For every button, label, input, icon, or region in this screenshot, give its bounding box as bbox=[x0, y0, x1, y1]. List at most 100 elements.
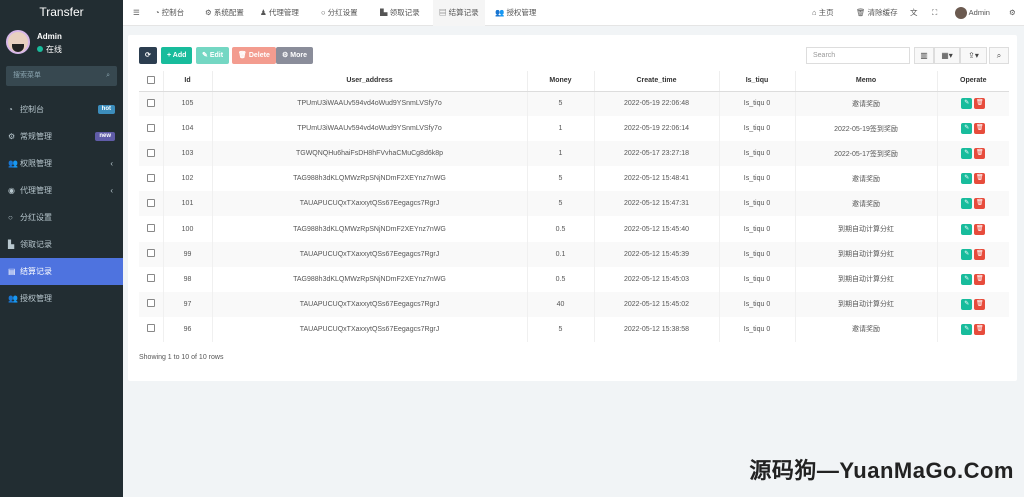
user-panel: Admin 在线 bbox=[0, 26, 123, 64]
delete-row-icon[interactable]: 🗑 bbox=[974, 323, 986, 335]
delete-row-icon[interactable]: 🗑 bbox=[974, 198, 986, 210]
delete-button[interactable]: 🗑 Delete bbox=[232, 47, 276, 64]
columns-dropdown-icon[interactable]: ▦▾ bbox=[934, 47, 960, 64]
delete-row-icon[interactable]: 🗑 bbox=[974, 98, 986, 110]
sidebar-item-0[interactable]: ◔ 控制台 hot bbox=[0, 96, 123, 123]
row-checkbox[interactable] bbox=[139, 317, 163, 342]
delete-row-icon[interactable]: 🗑 bbox=[974, 298, 986, 310]
toggle-view-icon[interactable]: ▥ bbox=[914, 47, 934, 64]
admin-label: Admin bbox=[968, 8, 990, 17]
sidebar-item-2[interactable]: 👥 权限管理 ‹ bbox=[0, 150, 123, 177]
sidebar-item-label: 常规管理 bbox=[20, 132, 52, 141]
more-button[interactable]: ⚙ More bbox=[276, 47, 313, 64]
clear-cache-link[interactable]: 🗑 清除缓存 bbox=[850, 0, 904, 26]
delete-row-icon[interactable]: 🗑 bbox=[974, 148, 986, 160]
advanced-search-icon[interactable]: ⌕ bbox=[989, 47, 1009, 64]
column-header[interactable]: User_address bbox=[211, 71, 527, 92]
translate-icon[interactable]: 文 bbox=[904, 0, 924, 26]
sidebar-item-1[interactable]: ⚙ 常规管理 new bbox=[0, 123, 123, 150]
table-cell: 96 bbox=[162, 316, 212, 342]
sidebar-item-6[interactable]: ▤ 结算记录 bbox=[0, 258, 123, 285]
sidebar-item-3[interactable]: ◉ 代理管理 ‹ bbox=[0, 177, 123, 204]
delete-row-icon[interactable]: 🗑 bbox=[974, 123, 986, 135]
settings-icon[interactable]: ⚙ bbox=[1003, 0, 1022, 26]
menu-search-input[interactable]: 搜索菜单 ⌕ bbox=[6, 66, 117, 86]
row-checkbox[interactable] bbox=[139, 241, 163, 267]
edit-row-icon[interactable]: ✎ bbox=[961, 273, 973, 285]
row-checkbox[interactable] bbox=[139, 291, 163, 317]
export-dropdown-icon[interactable]: ⇪▾ bbox=[960, 47, 987, 64]
row-checkbox[interactable] bbox=[139, 216, 163, 241]
home-link[interactable]: ⌂ 主页 bbox=[806, 0, 840, 26]
content-panel: ⟳ + Add ✎ Edit 🗑 Delete ⚙ More Search ▥ … bbox=[128, 35, 1017, 381]
admin-menu[interactable]: Admin bbox=[949, 0, 996, 26]
row-checkbox[interactable] bbox=[139, 166, 163, 191]
column-header[interactable]: Is_tiqu bbox=[718, 71, 795, 92]
sidebar-item-5[interactable]: ▙ 领取记录 bbox=[0, 231, 123, 258]
row-checkbox[interactable] bbox=[139, 267, 163, 292]
operate-cell: ✎ 🗑 bbox=[936, 266, 1009, 292]
app-title: Transfer bbox=[0, 0, 123, 26]
delete-row-icon[interactable]: 🗑 bbox=[974, 223, 986, 235]
operate-cell: ✎ 🗑 bbox=[936, 191, 1009, 217]
edit-row-icon[interactable]: ✎ bbox=[961, 148, 973, 160]
table-cell: 101 bbox=[162, 191, 212, 217]
column-header[interactable]: Money bbox=[526, 71, 594, 92]
sidebar-item-label: 控制台 bbox=[20, 105, 44, 114]
edit-row-icon[interactable]: ✎ bbox=[961, 123, 973, 135]
edit-row-icon[interactable]: ✎ bbox=[961, 298, 973, 310]
sidebar-item-4[interactable]: ○ 分红设置 bbox=[0, 204, 123, 231]
column-header[interactable]: Operate bbox=[936, 71, 1009, 92]
edit-row-icon[interactable]: ✎ bbox=[961, 198, 973, 210]
delete-row-icon[interactable]: 🗑 bbox=[974, 273, 986, 285]
edit-row-icon[interactable]: ✎ bbox=[961, 223, 973, 235]
nav-tab-1[interactable]: ⚙ 系统配置 bbox=[199, 0, 250, 26]
nav-tab-2[interactable]: ♟ 代理管理 bbox=[254, 0, 305, 26]
nav-tab-5[interactable]: ▤ 结算记录 bbox=[433, 0, 485, 26]
table-row: 99 TAUAPUCUQxTXaxxytQSs67Eegagcs7RgrJ 0.1 2… bbox=[139, 241, 1009, 267]
nav-tab-4[interactable]: ▙ 领取记录 bbox=[374, 0, 426, 26]
nav-tab-3[interactable]: ○ 分红设置 bbox=[315, 0, 364, 26]
nav-tab-6[interactable]: 👥 授权管理 bbox=[489, 0, 542, 26]
fullscreen-icon[interactable]: ⛶ bbox=[926, 0, 943, 26]
row-checkbox[interactable] bbox=[139, 91, 163, 117]
operate-cell: ✎ 🗑 bbox=[936, 241, 1009, 267]
edit-row-icon[interactable]: ✎ bbox=[961, 173, 973, 185]
nav-tab-0[interactable]: ◔ 控制台 bbox=[149, 0, 190, 26]
table-cell: 2022-05-19签到奖励 bbox=[794, 116, 937, 142]
settlement-table: Id User_address Money Create_time Is_tiqu Mem… bbox=[139, 71, 1009, 342]
table-row: 96 TAUAPUCUQxTXaxxytQSs67Eegagcs7RgrJ 5 202… bbox=[139, 316, 1009, 342]
edit-row-icon[interactable]: ✎ bbox=[961, 98, 973, 110]
column-header[interactable]: Create_time bbox=[593, 71, 719, 92]
top-navbar: ☰ ◔ 控制台 ⚙ 系统配置 ♟ 代理管理 ○ 分红设置 ▙ 领取记录 ▤ 结算记录 👥 授… bbox=[123, 0, 1024, 26]
edit-row-icon[interactable]: ✎ bbox=[961, 323, 973, 335]
table-cell: 2022-05-17 23:27:18 bbox=[593, 141, 719, 167]
nav-tab-label: 授权管理 bbox=[506, 8, 537, 17]
menu-toggle-icon[interactable]: ☰ bbox=[127, 0, 146, 26]
cogs-icon: ⚙ bbox=[8, 132, 16, 141]
column-header[interactable]: Memo bbox=[794, 71, 937, 92]
nav-tab-label: 代理管理 bbox=[268, 8, 299, 17]
select-all-checkbox[interactable] bbox=[139, 71, 163, 92]
edit-button[interactable]: ✎ Edit bbox=[196, 47, 230, 64]
delete-row-icon[interactable]: 🗑 bbox=[974, 248, 986, 260]
table-cell: 到期自动计算分红 bbox=[794, 216, 937, 242]
row-checkbox[interactable] bbox=[139, 191, 163, 217]
row-checkbox[interactable] bbox=[139, 116, 163, 141]
sidebar: Transfer Admin 在线 搜索菜单 ⌕ ◔ 控制台 hot ⚙ 常规管理 new 👥… bbox=[0, 0, 123, 497]
table-cell: 到期自动计算分红 bbox=[794, 291, 937, 317]
table-cell: 1 bbox=[526, 116, 594, 142]
edit-row-icon[interactable]: ✎ bbox=[961, 248, 973, 260]
table-cell: 5 bbox=[526, 91, 594, 117]
table-cell: 0.5 bbox=[526, 216, 594, 242]
table-cell: Is_tiqu 0 bbox=[718, 241, 795, 267]
column-header[interactable]: Id bbox=[162, 71, 212, 92]
delete-row-icon[interactable]: 🗑 bbox=[974, 173, 986, 185]
sidebar-item-7[interactable]: 👥 授权管理 bbox=[0, 285, 123, 312]
add-button[interactable]: + Add bbox=[161, 47, 193, 64]
table-search-input[interactable]: Search bbox=[806, 47, 910, 64]
refresh-button[interactable]: ⟳ bbox=[139, 47, 157, 64]
nav-tab-icon: ◔ bbox=[155, 8, 160, 17]
table-cell: TAUAPUCUQxTXaxxytQSs67Eegagcs7RgrJ bbox=[211, 316, 527, 342]
row-checkbox[interactable] bbox=[139, 141, 163, 167]
